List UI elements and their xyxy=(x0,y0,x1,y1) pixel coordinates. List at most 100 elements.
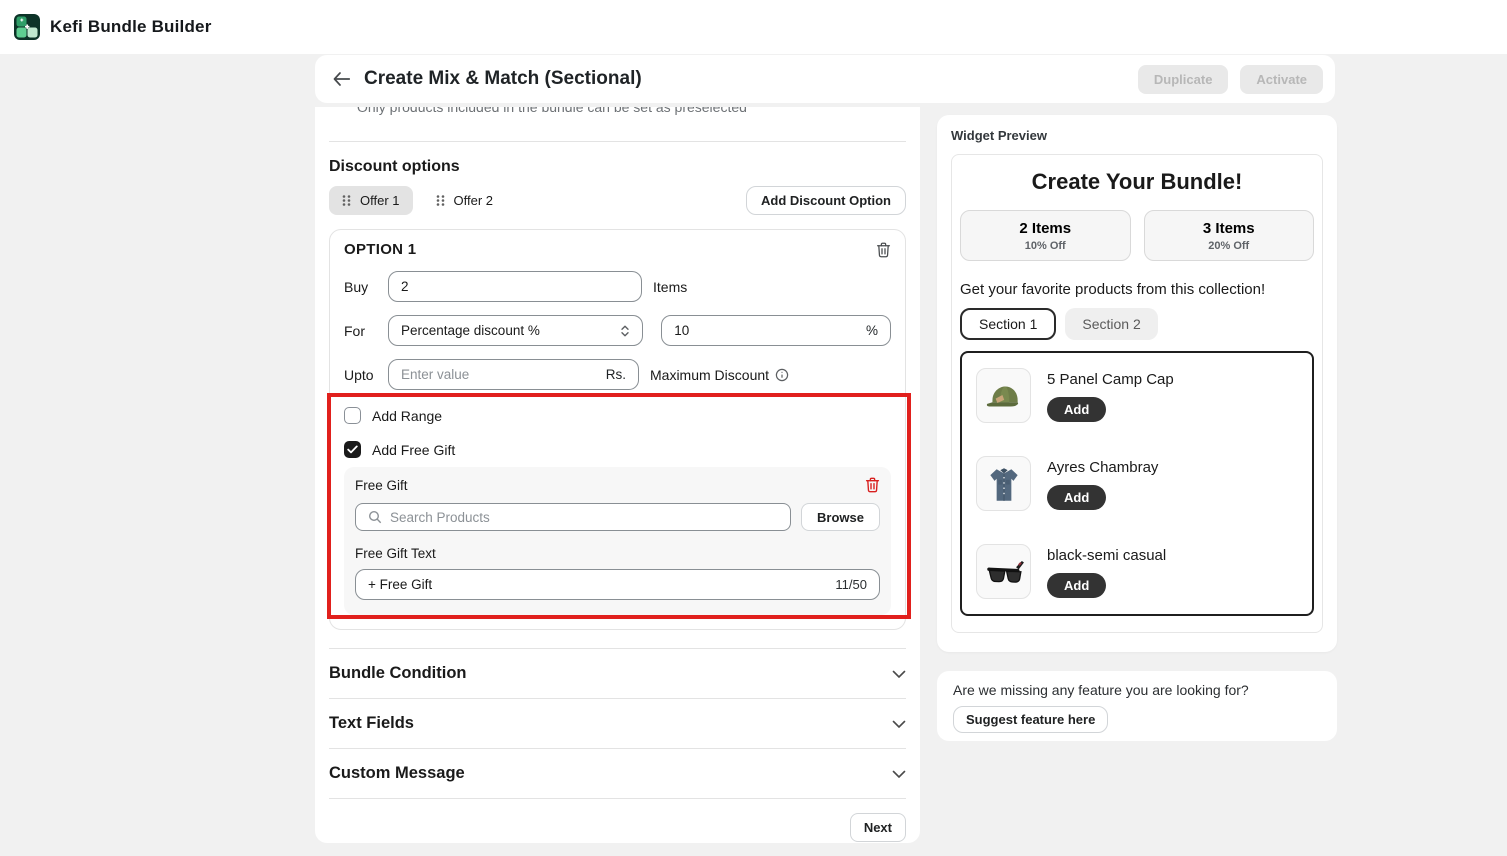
products-box: 5 Panel Camp Cap Add xyxy=(960,351,1314,616)
upto-label: Upto xyxy=(344,367,388,383)
tier-buttons-row: 2 Items 10% Off 3 Items 20% Off xyxy=(960,210,1314,261)
add-free-gift-label: Add Free Gift xyxy=(372,442,455,458)
free-gift-search-input[interactable] xyxy=(390,510,778,525)
offer-2-tab[interactable]: Offer 2 xyxy=(423,186,507,215)
tier-3-items-button[interactable]: 3 Items 20% Off xyxy=(1144,210,1315,261)
currency-suffix: Rs. xyxy=(598,367,626,382)
drag-handle-icon[interactable] xyxy=(436,194,445,207)
offer-2-label: Offer 2 xyxy=(454,193,494,208)
widget-preview-label: Widget Preview xyxy=(951,128,1323,143)
items-label: Items xyxy=(653,279,687,295)
trash-icon xyxy=(876,242,891,258)
product-row: black-semi casual Add xyxy=(976,544,1298,599)
upto-value-field[interactable]: Rs. xyxy=(388,359,639,390)
text-fields-label: Text Fields xyxy=(329,714,414,733)
free-gift-panel: Free Gift xyxy=(344,467,891,615)
duplicate-button[interactable]: Duplicate xyxy=(1138,65,1229,94)
chevron-down-icon xyxy=(892,720,906,728)
chevron-down-icon xyxy=(892,770,906,778)
search-icon xyxy=(368,510,382,524)
add-product-button[interactable]: Add xyxy=(1047,573,1106,598)
section-2-tab[interactable]: Section 2 xyxy=(1065,308,1157,340)
widget-preview-panel: Widget Preview Create Your Bundle! 2 Ite… xyxy=(937,115,1337,652)
tier-off-label: 10% Off xyxy=(1025,240,1066,252)
collection-subtitle: Get your favorite products from this col… xyxy=(960,281,1314,298)
free-gift-text-label: Free Gift Text xyxy=(355,546,880,561)
browse-button[interactable]: Browse xyxy=(801,503,880,531)
custom-message-label: Custom Message xyxy=(329,764,465,783)
select-updown-icon xyxy=(612,324,630,338)
tier-items-label: 3 Items xyxy=(1203,220,1255,237)
tier-off-label: 20% Off xyxy=(1208,240,1249,252)
upto-row: Upto Rs. Maximum Discount xyxy=(344,359,891,390)
buy-row: Buy Items xyxy=(344,271,891,302)
widget-preview-frame: Create Your Bundle! 2 Items 10% Off 3 It… xyxy=(951,154,1323,633)
add-free-gift-row: Add Free Gift xyxy=(344,441,891,458)
tier-items-label: 2 Items xyxy=(1019,220,1071,237)
add-product-button[interactable]: Add xyxy=(1047,485,1106,510)
feature-question: Are we missing any feature you are looki… xyxy=(953,682,1321,698)
buy-quantity-input[interactable] xyxy=(401,279,629,294)
free-gift-text-field[interactable]: 11/50 xyxy=(355,569,880,600)
suggest-feature-button[interactable]: Suggest feature here xyxy=(953,706,1108,733)
feature-suggestion-card: Are we missing any feature you are looki… xyxy=(937,671,1337,741)
trash-icon-red xyxy=(865,477,880,493)
product-name: Ayres Chambray xyxy=(1047,456,1158,476)
topbar: Kefi Bundle Builder xyxy=(0,0,1507,54)
add-discount-option-button[interactable]: Add Discount Option xyxy=(746,186,906,215)
offer-tabs-row: Offer 1 Offer 2 Add Discount Option xyxy=(329,186,906,215)
section-tabs: Section 1 Section 2 xyxy=(960,308,1314,340)
discount-value-input[interactable] xyxy=(674,323,858,338)
for-row: For Percentage discount % % xyxy=(344,315,891,346)
free-gift-search-field[interactable] xyxy=(355,503,791,531)
app-title: Kefi Bundle Builder xyxy=(50,17,212,37)
discount-value-field[interactable]: % xyxy=(661,315,891,346)
drag-handle-icon[interactable] xyxy=(342,194,351,207)
divider xyxy=(329,141,906,142)
product-image-shirt xyxy=(976,456,1031,511)
page-header: Create Mix & Match (Sectional) Duplicate… xyxy=(315,55,1335,103)
info-icon[interactable] xyxy=(775,368,789,382)
product-name: black-semi casual xyxy=(1047,544,1166,564)
discount-type-select[interactable]: Percentage discount % xyxy=(388,315,643,346)
section-1-tab[interactable]: Section 1 xyxy=(960,308,1056,340)
delete-free-gift-button[interactable] xyxy=(865,477,880,493)
buy-quantity-field[interactable] xyxy=(388,271,642,302)
percent-suffix: % xyxy=(858,323,878,338)
text-fields-accordion[interactable]: Text Fields xyxy=(329,699,906,748)
bundle-condition-label: Bundle Condition xyxy=(329,664,466,683)
product-image-sunglasses xyxy=(976,544,1031,599)
back-arrow-icon xyxy=(333,72,350,86)
free-gift-label: Free Gift xyxy=(355,478,408,493)
offer-1-label: Offer 1 xyxy=(360,193,400,208)
page-title: Create Mix & Match (Sectional) xyxy=(364,68,642,90)
add-free-gift-checkbox[interactable] xyxy=(344,441,361,458)
bundle-condition-accordion[interactable]: Bundle Condition xyxy=(329,649,906,698)
upto-value-input[interactable] xyxy=(401,367,598,382)
product-image-cap xyxy=(976,368,1031,423)
product-name: 5 Panel Camp Cap xyxy=(1047,368,1174,388)
back-button[interactable] xyxy=(333,72,350,86)
clipped-helper-text: Only products included in the bundle can… xyxy=(357,107,906,126)
buy-label: Buy xyxy=(344,279,388,295)
discount-options-heading: Discount options xyxy=(329,158,906,176)
offer-1-tab[interactable]: Offer 1 xyxy=(329,186,413,215)
tier-2-items-button[interactable]: 2 Items 10% Off xyxy=(960,210,1131,261)
free-gift-text-input[interactable] xyxy=(368,577,827,592)
add-range-checkbox[interactable] xyxy=(344,407,361,424)
activate-button[interactable]: Activate xyxy=(1240,65,1323,94)
discount-type-value: Percentage discount % xyxy=(401,323,540,338)
delete-option-button[interactable] xyxy=(876,242,891,258)
app-logo-icon xyxy=(14,14,40,40)
add-range-row: Add Range xyxy=(344,407,891,424)
option-1-box: OPTION 1 Buy Items For Percent xyxy=(329,229,906,630)
product-row: Ayres Chambray Add xyxy=(976,456,1298,511)
bundle-widget-title: Create Your Bundle! xyxy=(960,169,1314,195)
header-actions: Duplicate Activate xyxy=(1138,65,1323,94)
bundle-form-card: Only products included in the bundle can… xyxy=(315,107,920,843)
add-product-button[interactable]: Add xyxy=(1047,397,1106,422)
next-button[interactable]: Next xyxy=(850,813,906,842)
custom-message-accordion[interactable]: Custom Message xyxy=(329,749,906,798)
char-counter: 11/50 xyxy=(827,577,867,592)
chevron-down-icon xyxy=(892,670,906,678)
